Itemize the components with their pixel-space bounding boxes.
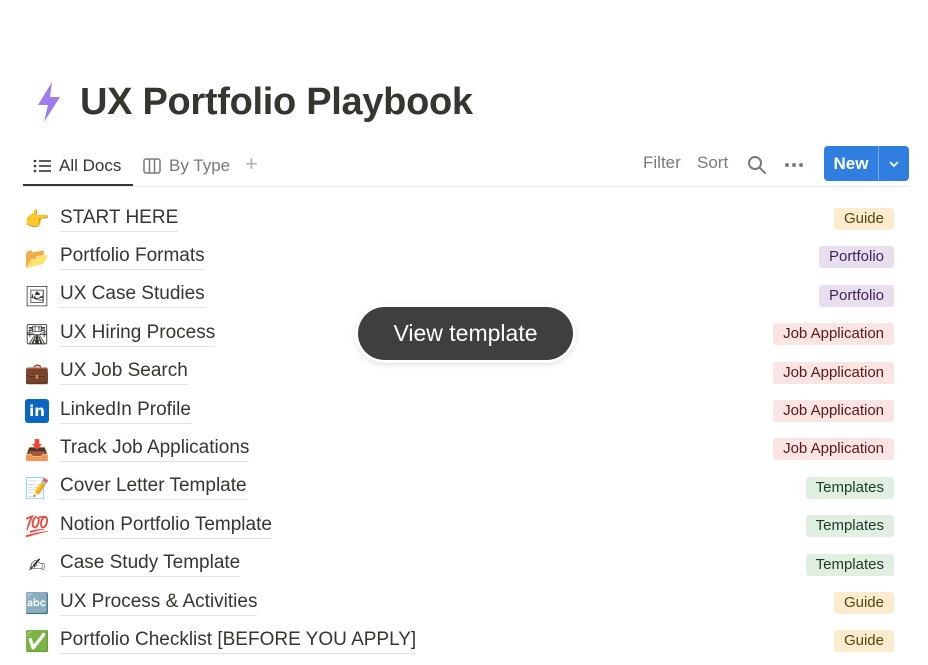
linkedin-icon: in [25,399,49,424]
type-tag: Templates [805,515,894,538]
new-button[interactable]: New [824,146,909,181]
type-tag: Guide [833,208,894,230]
table-row[interactable]: 💯 Notion Portfolio Template Templates [24,507,894,545]
doc-title[interactable]: Portfolio Checklist [BEFORE YOU APPLY] [60,629,417,654]
picture-icon: 🖼 [24,283,50,308]
table-row[interactable]: 🔤 UX Process & Activities Guide [24,584,894,622]
docs-list: 👉 START HERE Guide 📂 Portfolio Formats P… [24,200,894,661]
folder-icon: 📂 [24,245,50,270]
tab-all-docs[interactable]: All Docs [33,146,121,186]
toolbar-divider [23,186,909,187]
type-tag: Portfolio [818,284,894,307]
type-tag: Guide [833,630,894,653]
doc-title[interactable]: Track Job Applications [60,437,250,463]
road-icon: 🛣 [24,322,50,347]
tab-label: All Docs [59,156,122,175]
more-icon[interactable] [782,153,806,177]
hundred-icon: 💯 [24,514,50,539]
doc-title[interactable]: START HERE [60,207,179,232]
type-tag: Job Application [773,323,894,346]
doc-title[interactable]: Cover Letter Template [60,475,247,501]
doc-title[interactable]: Case Study Template [60,552,241,578]
inbox-icon: 📥 [24,437,50,462]
doc-title[interactable]: Notion Portfolio Template [60,514,272,539]
type-tag: Job Application [773,438,894,461]
lightning-icon [38,82,60,122]
search-icon[interactable] [745,153,769,177]
briefcase-icon: 💼 [24,360,50,385]
table-row[interactable]: ✅ Portfolio Checklist [BEFORE YOU APPLY]… [24,622,894,660]
pointing-hand-icon: 👉 [24,207,50,232]
doc-title[interactable]: UX Process & Activities [60,591,258,616]
table-row[interactable]: in LinkedIn Profile Job Application [24,392,894,430]
doc-title[interactable]: UX Job Search [60,360,188,386]
tab-label: By Type [169,156,231,175]
doc-title[interactable]: Portfolio Formats [60,245,205,271]
list-icon [33,158,51,174]
type-tag: Job Application [773,361,894,384]
plus-icon[interactable]: + [245,153,265,176]
doc-title[interactable]: UX Case Studies [60,283,205,309]
writing-hand-icon: ✍ [28,552,46,577]
type-tag: Templates [805,553,894,576]
board-icon [143,158,161,174]
table-row[interactable]: 👉 START HERE Guide [24,200,894,238]
type-tag: Job Application [773,399,894,422]
page-title: UX Portfolio Playbook [80,80,473,123]
memo-icon: 📝 [24,475,50,500]
new-button-label[interactable]: New [824,146,879,181]
sort-button[interactable]: Sort [697,153,728,173]
view-toolbar: All Docs By Type + Filter Sort New [23,146,909,188]
chevron-down-icon[interactable] [879,146,909,181]
check-mark-icon: ✅ [24,629,50,654]
table-row[interactable]: ✍ Case Study Template Templates [24,546,894,584]
tab-by-type[interactable]: By Type [143,146,230,186]
filter-button[interactable]: Filter [643,153,681,173]
table-row[interactable]: 📂 Portfolio Formats Portfolio [24,238,894,276]
page-header: UX Portfolio Playbook [32,80,473,124]
type-tag: Portfolio [818,246,894,269]
type-tag: Templates [805,476,894,499]
type-tag: Guide [833,591,894,614]
table-row[interactable]: 📝 Cover Letter Template Templates [24,469,894,507]
doc-title[interactable]: UX Hiring Process [60,322,216,347]
doc-title[interactable]: LinkedIn Profile [60,399,191,424]
view-template-button[interactable]: View template [358,307,573,360]
table-row[interactable]: 📥 Track Job Applications Job Application [24,430,894,468]
abc-icon: 🔤 [24,591,50,616]
